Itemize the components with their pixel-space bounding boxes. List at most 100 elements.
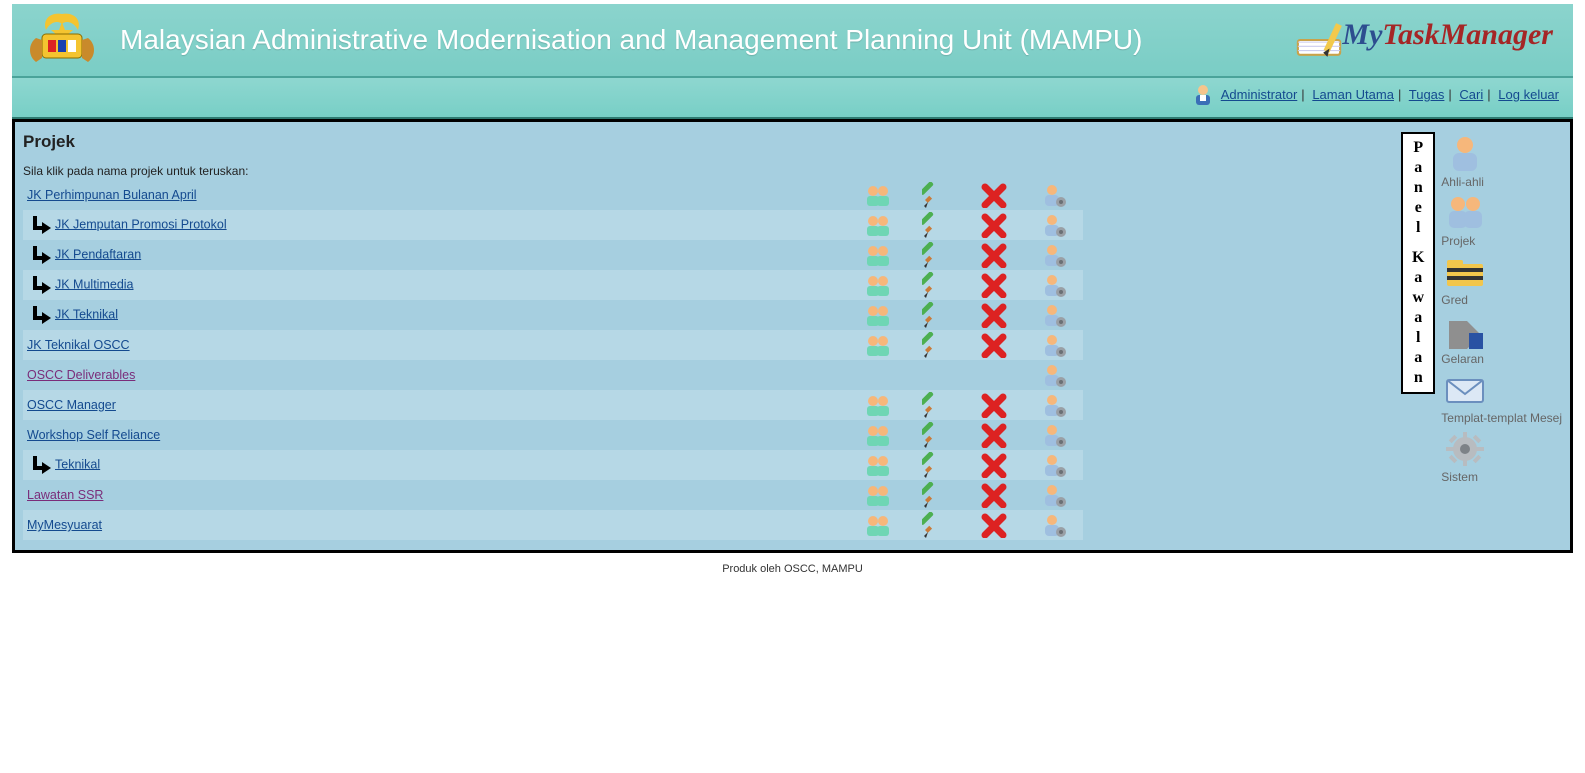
control-panel-item[interactable]: Projek: [1441, 191, 1562, 248]
project-row: JK Teknikal: [23, 300, 1083, 330]
control-panel-item[interactable]: Templat-templat Mesej: [1441, 368, 1562, 425]
child-arrow-icon: [31, 454, 53, 476]
team-icon[interactable]: [863, 332, 893, 358]
control-panel-item[interactable]: Gelaran: [1441, 309, 1562, 366]
control-panel-label: Gelaran: [1441, 352, 1484, 366]
project-link[interactable]: JK Jemputan Promosi Protokol: [55, 217, 227, 231]
control-panel-label: Ahli-ahli: [1441, 175, 1484, 189]
edit-icon[interactable]: [922, 392, 952, 418]
control-panel-title: Panel Kawalan: [1401, 132, 1435, 394]
control-panel-label: Templat-templat Mesej: [1441, 411, 1562, 425]
team-icon[interactable]: [863, 482, 893, 508]
nav-search-link[interactable]: Cari: [1459, 87, 1483, 102]
delete-icon[interactable]: [980, 422, 1010, 448]
edit-icon[interactable]: [922, 182, 952, 208]
project-link[interactable]: Teknikal: [55, 457, 100, 471]
project-row: JK Perhimpunan Bulanan April: [23, 180, 1083, 210]
edit-icon[interactable]: [922, 332, 952, 358]
project-link[interactable]: JK Teknikal: [55, 307, 118, 321]
admin-avatar-icon: [1190, 82, 1216, 109]
project-row: JK Jemputan Promosi Protokol: [23, 210, 1083, 240]
control-panel-item[interactable]: Sistem: [1441, 427, 1562, 484]
project-row: OSCC Deliverables: [23, 360, 1083, 390]
user-settings-icon[interactable]: [1039, 332, 1069, 358]
user-settings-icon[interactable]: [1039, 302, 1069, 328]
delete-icon[interactable]: [980, 512, 1010, 538]
delete-icon[interactable]: [980, 212, 1010, 238]
edit-icon[interactable]: [922, 302, 952, 328]
project-row: Workshop Self Reliance: [23, 420, 1083, 450]
team-icon[interactable]: [863, 302, 893, 328]
projects-table: JK Perhimpunan Bulanan April JK Jemputan …: [23, 180, 1083, 540]
nav-admin-link[interactable]: Administrator: [1221, 87, 1298, 102]
page-heading: Projek: [23, 132, 1391, 152]
user-settings-icon[interactable]: [1039, 512, 1069, 538]
team-icon[interactable]: [863, 422, 893, 448]
delete-icon[interactable]: [980, 392, 1010, 418]
edit-icon[interactable]: [922, 452, 952, 478]
team-icon[interactable]: [863, 392, 893, 418]
team-icon[interactable]: [863, 512, 893, 538]
project-row: JK Teknikal OSCC: [23, 330, 1083, 360]
right-column: Panel Kawalan Ahli-ahli Projek Gred Gelaran…: [1401, 132, 1562, 540]
project-row: OSCC Manager: [23, 390, 1083, 420]
project-link[interactable]: Lawatan SSR: [27, 488, 103, 502]
user-settings-icon[interactable]: [1039, 182, 1069, 208]
team-icon[interactable]: [863, 272, 893, 298]
project-link[interactable]: JK Teknikal OSCC: [27, 338, 130, 352]
delete-icon[interactable]: [980, 452, 1010, 478]
site-title: Malaysian Administrative Modernisation a…: [120, 24, 1225, 56]
edit-icon[interactable]: [922, 212, 952, 238]
user-settings-icon[interactable]: [1039, 452, 1069, 478]
user-icon: [1441, 132, 1489, 174]
edit-icon[interactable]: [922, 422, 952, 448]
control-panel-item[interactable]: Ahli-ahli: [1441, 132, 1562, 189]
project-row: MyMesyuarat: [23, 510, 1083, 540]
team-icon[interactable]: [863, 182, 893, 208]
control-panel-item[interactable]: Gred: [1441, 250, 1562, 307]
site-header: Malaysian Administrative Modernisation a…: [12, 4, 1573, 78]
footer-text: Produk oleh OSCC, MAMPU: [12, 553, 1573, 581]
child-arrow-icon: [31, 244, 53, 266]
user-settings-icon[interactable]: [1039, 392, 1069, 418]
user-settings-icon[interactable]: [1039, 422, 1069, 448]
tag-icon: [1441, 309, 1489, 351]
delete-icon[interactable]: [980, 182, 1010, 208]
delete-icon[interactable]: [980, 242, 1010, 268]
delete-icon[interactable]: [980, 332, 1010, 358]
edit-icon[interactable]: [922, 512, 952, 538]
user-settings-icon[interactable]: [1039, 272, 1069, 298]
project-link[interactable]: MyMesyuarat: [27, 518, 102, 532]
team-icon[interactable]: [863, 242, 893, 268]
project-row: JK Multimedia: [23, 270, 1083, 300]
team-icon[interactable]: [863, 452, 893, 478]
user-settings-icon[interactable]: [1039, 212, 1069, 238]
project-row: Lawatan SSR: [23, 480, 1083, 510]
folder-icon: [1441, 250, 1489, 292]
project-link[interactable]: JK Multimedia: [55, 277, 134, 291]
crest-icon: [22, 10, 102, 70]
delete-icon[interactable]: [980, 482, 1010, 508]
control-panel-label: Projek: [1441, 234, 1475, 248]
nav-tasks-link[interactable]: Tugas: [1409, 87, 1445, 102]
edit-icon[interactable]: [922, 482, 952, 508]
user-settings-icon[interactable]: [1039, 242, 1069, 268]
child-arrow-icon: [31, 274, 53, 296]
project-link[interactable]: JK Perhimpunan Bulanan April: [27, 188, 197, 202]
delete-icon[interactable]: [980, 272, 1010, 298]
users-icon: [1441, 191, 1489, 233]
nav-home-link[interactable]: Laman Utama: [1312, 87, 1394, 102]
project-link[interactable]: OSCC Deliverables: [27, 368, 135, 382]
delete-icon[interactable]: [980, 302, 1010, 328]
main-column: Projek Sila klik pada nama projek untuk …: [23, 132, 1391, 540]
project-link[interactable]: JK Pendaftaran: [55, 247, 141, 261]
user-settings-icon[interactable]: [1039, 362, 1069, 388]
team-icon[interactable]: [863, 212, 893, 238]
user-settings-icon[interactable]: [1039, 482, 1069, 508]
edit-icon[interactable]: [922, 272, 952, 298]
child-arrow-icon: [31, 214, 53, 236]
nav-logout-link[interactable]: Log keluar: [1498, 87, 1559, 102]
project-link[interactable]: OSCC Manager: [27, 398, 116, 412]
edit-icon[interactable]: [922, 242, 952, 268]
project-link[interactable]: Workshop Self Reliance: [27, 428, 160, 442]
